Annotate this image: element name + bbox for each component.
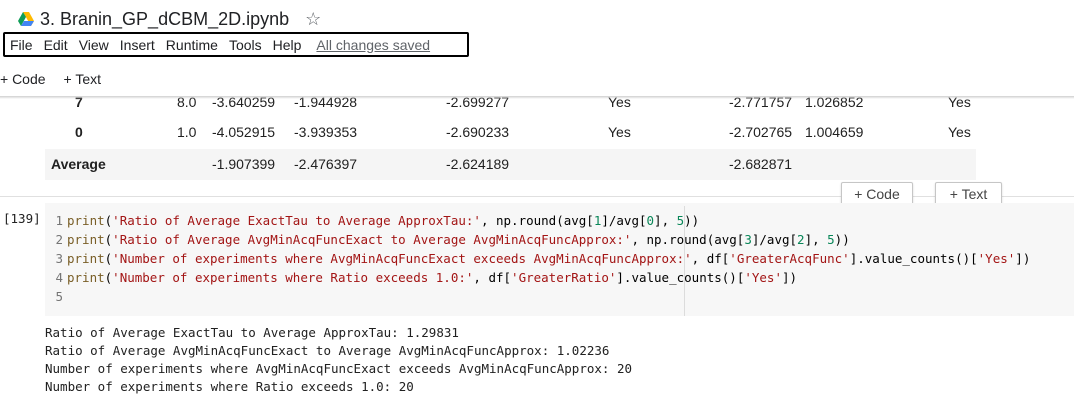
toolbar-shadow — [0, 96, 1074, 99]
code-editor[interactable]: 1 print('Ratio of Average ExactTau to Ave… — [45, 203, 1074, 316]
code-line: 2 print('Ratio of Average AvgMinAcqFuncEx… — [55, 232, 850, 247]
notebook-header: 3. Branin_GP_dCBM_2D.ipynb ☆ — [18, 6, 321, 32]
code-line: 5 — [55, 289, 63, 304]
table-cell: -2.690233 — [446, 124, 510, 140]
add-text-button[interactable]: + Text — [64, 71, 102, 87]
row-index: 7 — [75, 94, 83, 110]
table-cell: 1.026852 — [805, 94, 864, 110]
output-line: Ratio of Average AvgMinAcqFuncExact to A… — [45, 343, 610, 358]
notebook-title[interactable]: 3. Branin_GP_dCBM_2D.ipynb — [40, 9, 289, 30]
menu-file[interactable]: File — [10, 37, 33, 53]
menu-bar: File Edit View Insert Runtime Tools Help… — [3, 32, 469, 57]
table-cell: -1.944928 — [294, 94, 358, 110]
table-row: 7 8.0 -3.640259 -1.944928 -2.699277 Yes … — [45, 87, 976, 118]
execution-count[interactable]: [139] — [3, 211, 41, 226]
saved-status-link[interactable]: All changes saved — [316, 37, 430, 53]
table-cell: -2.682871 — [729, 156, 793, 172]
table-cell: -2.624189 — [446, 156, 510, 172]
cell-output: Ratio of Average ExactTau to Average App… — [45, 324, 632, 396]
table-row: 0 1.0 -4.052915 -3.939353 -2.690233 Yes … — [45, 117, 976, 148]
table-cell: -3.939353 — [294, 124, 358, 140]
row-index: Average — [51, 156, 106, 172]
code-line: 3 print('Number of experiments where AvgM… — [55, 251, 1031, 266]
output-line: Ratio of Average ExactTau to Average App… — [45, 325, 459, 340]
table-cell: -1.907399 — [212, 156, 276, 172]
table-cell: Yes — [608, 124, 631, 140]
star-icon[interactable]: ☆ — [305, 9, 321, 30]
output-line: Number of experiments where Ratio exceed… — [45, 379, 414, 394]
editor-ruler — [684, 206, 685, 316]
table-cell: Yes — [948, 94, 971, 110]
output-line: Number of experiments where AvgMinAcqFun… — [45, 361, 632, 376]
table-cell: Yes — [608, 94, 631, 110]
add-code-button[interactable]: + Code — [0, 71, 46, 87]
table-cell: Yes — [948, 124, 971, 140]
google-drive-icon — [18, 12, 34, 26]
table-cell: -2.702765 — [729, 124, 793, 140]
menu-insert[interactable]: Insert — [120, 37, 155, 53]
table-cell: 8.0 — [177, 94, 197, 110]
menu-runtime[interactable]: Runtime — [166, 37, 218, 53]
menu-edit[interactable]: Edit — [44, 37, 68, 53]
menu-help[interactable]: Help — [273, 37, 302, 53]
table-cell: -2.476397 — [294, 156, 358, 172]
menu-tools[interactable]: Tools — [229, 37, 262, 53]
row-index: 0 — [75, 124, 83, 140]
table-cell: -4.052915 — [212, 124, 276, 140]
table-cell: 1.004659 — [805, 124, 864, 140]
menu-view[interactable]: View — [79, 37, 109, 53]
code-line: 1 print('Ratio of Average ExactTau to Ave… — [55, 213, 700, 228]
table-row-average: Average -1.907399 -2.476397 -2.624189 -2… — [45, 149, 976, 180]
table-cell: -3.640259 — [212, 94, 276, 110]
table-cell: -2.771757 — [729, 94, 793, 110]
table-cell: 1.0 — [177, 124, 197, 140]
table-cell: -2.699277 — [446, 94, 510, 110]
